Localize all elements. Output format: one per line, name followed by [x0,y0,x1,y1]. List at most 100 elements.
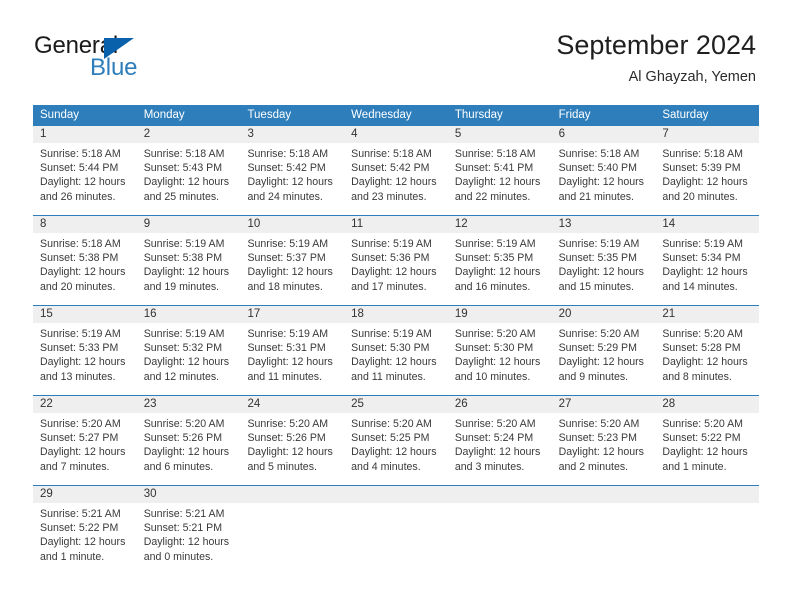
calendar-day-cell[interactable]: 2 Sunrise: 5:18 AM Sunset: 5:43 PM Daylight… [136,126,241,215]
daylight-text-cont: and 6 minutes. [143,460,214,473]
daylight-text-cont: and 13 minutes. [40,370,116,383]
daylight-text-cont: and 8 minutes. [662,370,732,383]
calendar-day-cell[interactable]: 25 Sunrise: 5:20 AM Sunset: 5:25 PM Dayligh… [344,396,448,485]
calendar-day-cell[interactable]: 20 Sunrise: 5:20 AM Sunset: 5:29 PM Dayligh… [551,306,656,395]
day-number: 30 [143,488,157,500]
day-detail-lines: Sunrise: 5:19 AM Sunset: 5:38 PM Daylight:… [137,233,241,294]
day-number-band: 9 [136,216,241,233]
day-detail-lines: Sunrise: 5:19 AM Sunset: 5:30 PM Daylight:… [344,323,448,384]
sunrise-text: Sunrise: 5:19 AM [454,238,536,250]
calendar-day-cell[interactable]: 22 Sunrise: 5:20 AM Sunset: 5:27 PM Dayligh… [33,396,137,485]
weekday-header-saturday: Saturday [662,109,709,121]
calendar-day-cell[interactable]: 29 Sunrise: 5:21 AM Sunset: 5:22 PM Dayligh… [33,486,137,575]
day-number-band: 11 [344,216,448,233]
daylight-text-cont: and 15 minutes. [558,280,634,293]
sunrise-text: Sunrise: 5:20 AM [247,418,329,430]
sunrise-text: Sunrise: 5:19 AM [662,238,743,250]
day-number: 11 [351,218,364,230]
calendar-grid: Sunday Monday Tuesday Wednesday Thursday Frid… [33,105,760,575]
day-number: 17 [247,308,261,320]
day-number-band: 5 [447,126,552,143]
daylight-text: Daylight: 12 hours [40,356,126,369]
day-number-band: 23 [136,396,241,413]
calendar-day-cell[interactable]: 17 Sunrise: 5:19 AM Sunset: 5:31 PM Dayligh… [240,306,345,395]
calendar-day-cell[interactable]: 28 Sunrise: 5:20 AM Sunset: 5:22 PM Dayligh… [655,396,760,485]
sunset-text: Sunset: 5:32 PM [143,342,223,355]
day-detail-lines: Sunrise: 5:19 AM Sunset: 5:37 PM Daylight:… [240,233,344,294]
sunrise-text: Sunrise: 5:18 AM [662,148,743,160]
calendar-day-cell-empty [551,486,656,575]
daylight-text-cont: and 16 minutes. [454,280,531,293]
calendar-day-cell[interactable]: 11 Sunrise: 5:19 AM Sunset: 5:36 PM Dayligh… [344,216,448,305]
daylight-text-cont: and 22 minutes. [454,190,531,203]
calendar-day-cell[interactable]: 27 Sunrise: 5:20 AM Sunset: 5:23 PM Dayligh… [551,396,656,485]
calendar-day-cell[interactable]: 21 Sunrise: 5:20 AM Sunset: 5:28 PM Dayligh… [655,306,760,395]
sunrise-text: Sunrise: 5:21 AM [40,508,121,520]
daylight-text: Daylight: 12 hours [247,356,333,369]
day-number: 7 [662,128,669,140]
day-detail-lines: Sunrise: 5:18 AM Sunset: 5:40 PM Daylight:… [552,143,656,204]
day-number: 5 [454,128,462,140]
day-detail-lines: Sunrise: 5:18 AM Sunset: 5:43 PM Daylight:… [137,143,241,204]
daylight-text: Daylight: 12 hours [454,266,541,279]
day-number-band: 28 [655,396,760,413]
day-detail-lines: Sunrise: 5:20 AM Sunset: 5:26 PM Daylight:… [240,413,344,474]
day-number-band: 25 [344,396,448,413]
calendar-day-cell[interactable]: 12 Sunrise: 5:19 AM Sunset: 5:35 PM Dayligh… [447,216,552,305]
calendar-day-cell[interactable]: 26 Sunrise: 5:20 AM Sunset: 5:24 PM Dayligh… [447,396,552,485]
calendar-day-cell[interactable]: 13 Sunrise: 5:19 AM Sunset: 5:35 PM Dayligh… [551,216,656,305]
calendar-day-cell[interactable]: 23 Sunrise: 5:20 AM Sunset: 5:26 PM Dayligh… [136,396,241,485]
calendar-day-cell[interactable]: 5 Sunrise: 5:18 AM Sunset: 5:41 PM Daylight… [447,126,552,215]
daylight-text: Daylight: 12 hours [40,446,126,459]
calendar-day-cell[interactable]: 18 Sunrise: 5:19 AM Sunset: 5:30 PM Dayligh… [344,306,448,395]
day-number: 2 [143,128,151,140]
calendar-day-cell[interactable]: 9 Sunrise: 5:19 AM Sunset: 5:38 PM Daylight… [136,216,241,305]
daylight-text: Daylight: 12 hours [143,536,230,549]
day-number: 1 [40,128,47,140]
sunrise-text: Sunrise: 5:20 AM [558,328,640,340]
daylight-text-cont: and 4 minutes. [351,460,421,473]
calendar-day-cell[interactable]: 10 Sunrise: 5:19 AM Sunset: 5:37 PM Dayligh… [240,216,345,305]
day-number-band: 7 [655,126,760,143]
daylight-text: Daylight: 12 hours [454,176,541,189]
sunset-text: Sunset: 5:25 PM [351,432,430,445]
day-number-band [551,486,656,503]
day-detail-lines: Sunrise: 5:18 AM Sunset: 5:41 PM Daylight:… [448,143,552,204]
calendar-day-cell[interactable]: 4 Sunrise: 5:18 AM Sunset: 5:42 PM Daylight… [344,126,448,215]
calendar-day-cell[interactable]: 1 Sunrise: 5:18 AM Sunset: 5:44 PM Daylight… [33,126,137,215]
sunset-text: Sunset: 5:44 PM [40,162,119,175]
calendar-day-cell[interactable]: 16 Sunrise: 5:19 AM Sunset: 5:32 PM Dayligh… [136,306,241,395]
day-number-band: 4 [344,126,448,143]
day-number-band: 17 [240,306,345,323]
sunset-text: Sunset: 5:31 PM [247,342,326,355]
calendar-day-cell[interactable]: 3 Sunrise: 5:18 AM Sunset: 5:42 PM Daylight… [240,126,345,215]
calendar-day-cell[interactable]: 14 Sunrise: 5:19 AM Sunset: 5:34 PM Dayligh… [655,216,760,305]
calendar-day-cell[interactable]: 15 Sunrise: 5:19 AM Sunset: 5:33 PM Dayligh… [33,306,137,395]
day-detail-lines: Sunrise: 5:20 AM Sunset: 5:22 PM Daylight:… [655,413,759,474]
calendar-day-cell[interactable]: 8 Sunrise: 5:18 AM Sunset: 5:38 PM Daylight… [33,216,137,305]
day-detail-lines: Sunrise: 5:21 AM Sunset: 5:22 PM Daylight:… [33,503,137,564]
daylight-text: Daylight: 12 hours [558,176,644,189]
daylight-text: Daylight: 12 hours [143,446,230,459]
daylight-text: Daylight: 12 hours [351,356,437,369]
day-number-band: 6 [551,126,656,143]
daylight-text-cont: and 1 minute. [662,460,727,473]
calendar-week-row: 22 Sunrise: 5:20 AM Sunset: 5:27 PM Dayligh… [33,395,760,485]
daylight-text: Daylight: 12 hours [143,176,230,189]
daylight-text-cont: and 12 minutes. [143,370,220,383]
calendar-day-cell[interactable]: 30 Sunrise: 5:21 AM Sunset: 5:21 PM Dayligh… [136,486,241,575]
calendar-day-cell-empty [655,486,760,575]
calendar-day-cell[interactable]: 24 Sunrise: 5:20 AM Sunset: 5:26 PM Dayligh… [240,396,345,485]
daylight-text: Daylight: 12 hours [351,176,437,189]
calendar-day-cell[interactable]: 19 Sunrise: 5:20 AM Sunset: 5:30 PM Dayligh… [447,306,552,395]
daylight-text: Daylight: 12 hours [454,446,541,459]
sunrise-text: Sunrise: 5:18 AM [247,148,329,160]
general-blue-logo[interactable]: General Blue [34,33,234,89]
daylight-text: Daylight: 12 hours [662,176,748,189]
calendar-day-cell[interactable]: 7 Sunrise: 5:18 AM Sunset: 5:39 PM Daylight… [655,126,760,215]
sunset-text: Sunset: 5:42 PM [247,162,326,175]
calendar-day-cell-empty [344,486,448,575]
calendar-day-cell[interactable]: 6 Sunrise: 5:18 AM Sunset: 5:40 PM Daylight… [551,126,656,215]
daylight-text-cont: and 7 minutes. [40,460,110,473]
sunset-text: Sunset: 5:35 PM [558,252,637,265]
